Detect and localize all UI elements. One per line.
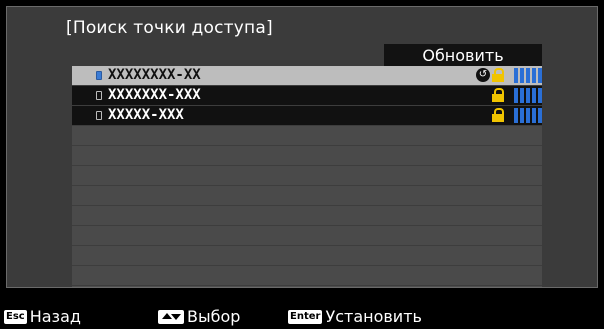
empty-row — [72, 246, 542, 266]
empty-row — [72, 126, 542, 146]
lock-icon — [492, 108, 504, 122]
empty-row — [72, 206, 542, 226]
empty-row — [72, 226, 542, 246]
lock-icon — [492, 68, 504, 82]
set-hint[interactable]: Enter Установить — [288, 307, 422, 326]
signal-strength-icon — [514, 68, 542, 83]
select-hint[interactable]: Выбор — [158, 307, 240, 326]
lock-icon — [492, 88, 504, 102]
network-icon — [96, 71, 102, 80]
empty-row — [72, 266, 542, 286]
signal-strength-icon — [514, 88, 542, 103]
signal-strength-icon — [514, 108, 542, 123]
refresh-button[interactable]: Обновить — [384, 44, 542, 66]
network-ssid: XXXXXXXX-XX — [108, 67, 201, 83]
updown-icon — [158, 309, 184, 324]
select-label: Выбор — [187, 307, 241, 326]
set-label: Установить — [325, 307, 422, 326]
empty-row — [72, 146, 542, 166]
footer-hints: Esc Назад Выбор Enter Установить — [0, 304, 604, 329]
network-status — [492, 88, 504, 102]
network-ssid: XXXXXXX-XXX — [108, 87, 201, 103]
enter-key-icon: Enter — [288, 309, 323, 324]
network-icon — [96, 111, 102, 120]
page-title: [Поиск точки доступа] — [66, 18, 273, 38]
network-ssid: XXXXX-XXX — [108, 107, 184, 123]
connected-icon: ↺ — [476, 68, 490, 82]
network-icon — [96, 91, 102, 100]
network-row[interactable]: XXXXXXXX-XX ↺ — [72, 66, 542, 86]
network-list: XXXXXXXX-XX ↺ XXXXXXX-XXX XXXXX-XXX — [72, 66, 542, 287]
empty-row — [72, 186, 542, 206]
network-status: ↺ — [476, 68, 504, 82]
network-row[interactable]: XXXXXXX-XXX — [72, 86, 542, 106]
network-row[interactable]: XXXXX-XXX — [72, 106, 542, 126]
back-label: Назад — [29, 307, 81, 326]
esc-key-icon: Esc — [4, 309, 27, 324]
empty-row — [72, 166, 542, 186]
network-status — [492, 108, 504, 122]
back-hint[interactable]: Esc Назад — [4, 307, 81, 326]
